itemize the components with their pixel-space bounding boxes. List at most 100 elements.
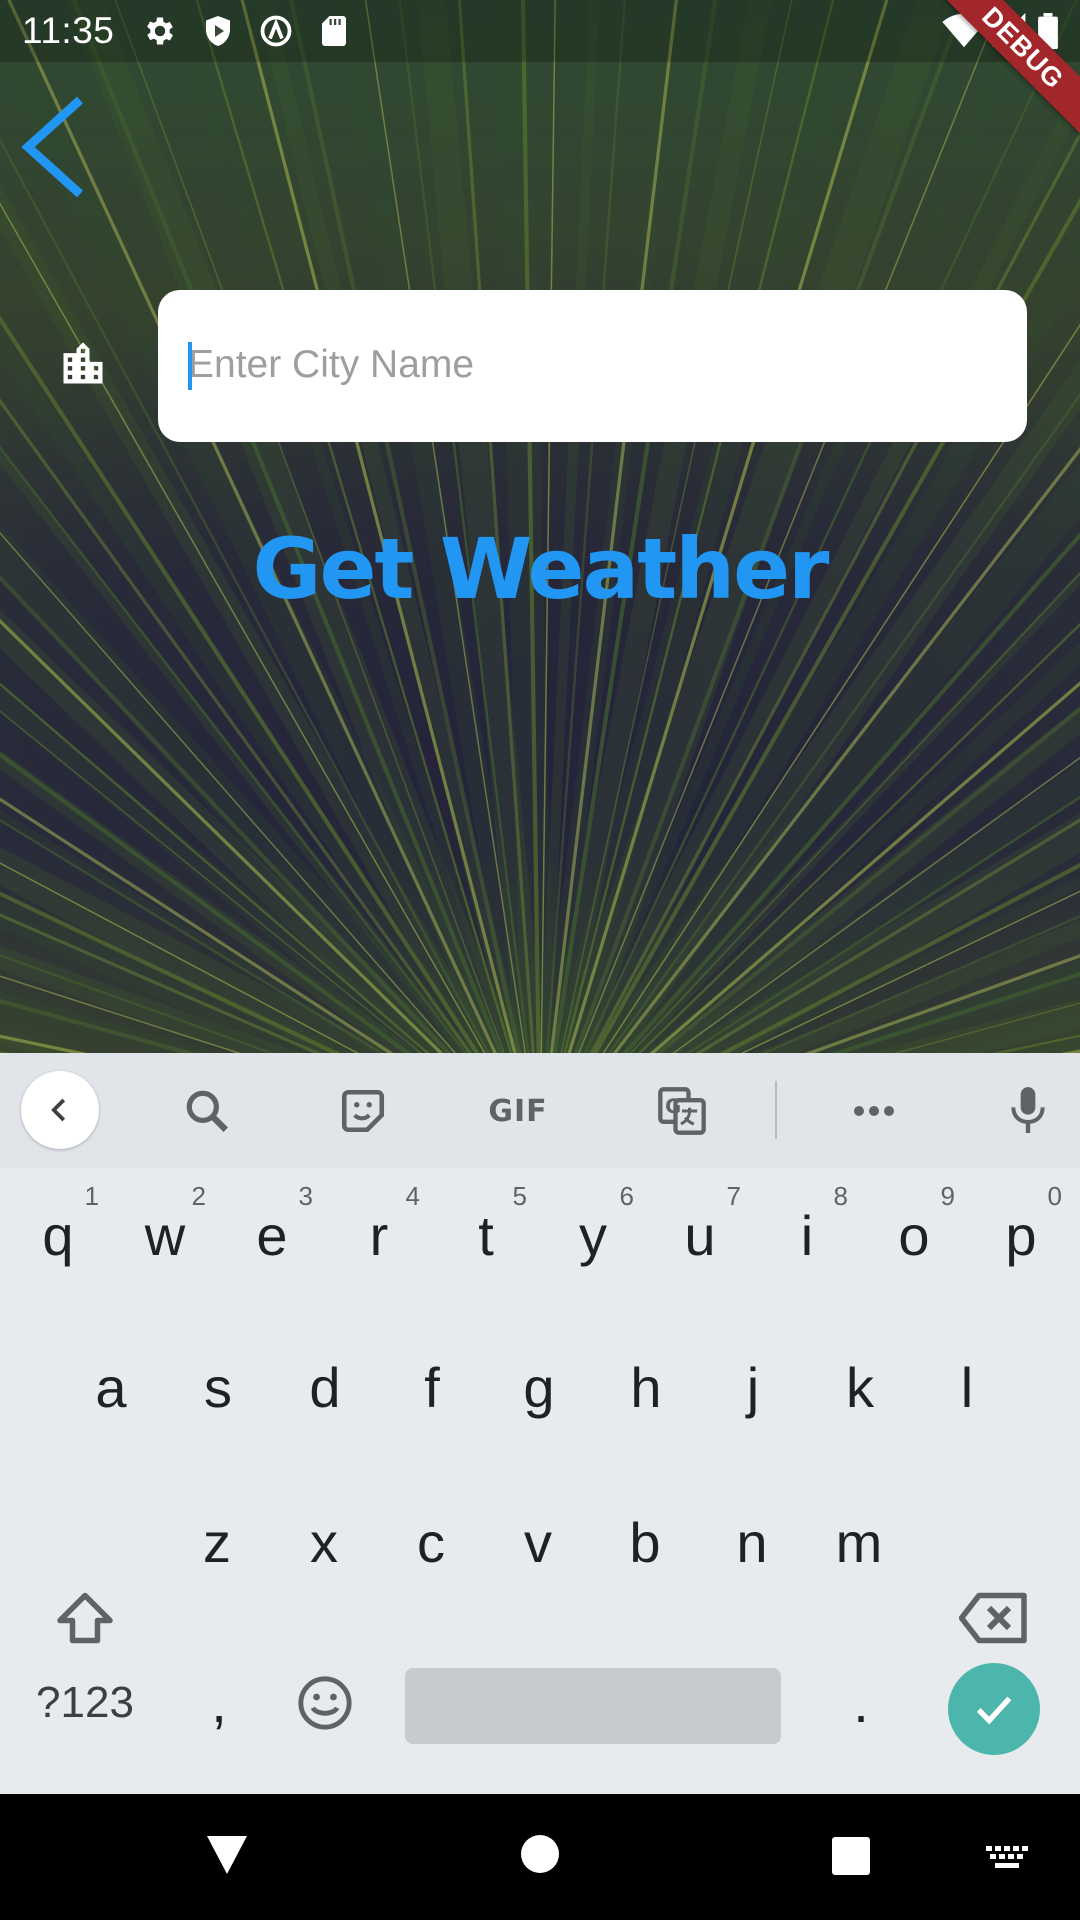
key-z[interactable]: z [164, 1478, 270, 1608]
key-label: i [800, 1204, 814, 1267]
key-label: j [746, 1356, 760, 1419]
key-label: o [898, 1204, 930, 1267]
key-g[interactable]: g [486, 1323, 592, 1453]
key-q[interactable]: q1 [5, 1171, 111, 1301]
key-w[interactable]: w2 [112, 1171, 218, 1301]
backspace-icon [958, 1592, 1027, 1644]
key-label: m [835, 1511, 883, 1574]
status-bar: 11:35 DEBUG [0, 0, 1080, 144]
key-e[interactable]: e3 [219, 1171, 325, 1301]
key-u[interactable]: u7 [647, 1171, 753, 1301]
sd-card-icon [316, 13, 352, 49]
key-x[interactable]: x [271, 1478, 377, 1608]
navigation-bar [0, 1794, 1080, 1920]
keyboard-more-button[interactable] [842, 1079, 906, 1143]
back-button[interactable] [14, 92, 94, 202]
key-p[interactable]: p0 [968, 1171, 1074, 1301]
keyboard-search-button[interactable] [175, 1079, 239, 1143]
gif-label: GIF [488, 1093, 548, 1129]
key-r[interactable]: r4 [326, 1171, 432, 1301]
key-label: e [256, 1204, 288, 1267]
key-label: d [309, 1356, 341, 1419]
comma-key[interactable]: , [166, 1638, 272, 1768]
key-label: u [684, 1204, 716, 1267]
key-hint: 3 [298, 1181, 313, 1211]
back-triangle-icon[interactable] [205, 1834, 249, 1876]
key-label: b [629, 1511, 661, 1574]
keyboard-sticker-button[interactable] [331, 1079, 395, 1143]
space-bar[interactable] [405, 1668, 781, 1744]
key-label: y [579, 1204, 607, 1267]
settings-icon [142, 13, 178, 49]
key-label: l [960, 1356, 974, 1419]
key-f[interactable]: f [379, 1323, 485, 1453]
enter-key[interactable] [948, 1663, 1040, 1755]
key-y[interactable]: y6 [540, 1171, 646, 1301]
key-hint: 4 [405, 1181, 420, 1211]
key-label: h [630, 1356, 662, 1419]
key-hint: 2 [191, 1181, 206, 1211]
period-key[interactable]: . [808, 1638, 914, 1768]
text-cursor [188, 342, 192, 390]
svg-text:G: G [665, 1095, 681, 1118]
key-hint: 5 [512, 1181, 527, 1211]
keyboard-collapse-button[interactable] [21, 1071, 99, 1149]
key-n[interactable]: n [699, 1478, 805, 1608]
keyboard-switch-icon[interactable] [986, 1846, 1030, 1872]
keyboard-mic-button[interactable] [996, 1079, 1060, 1143]
key-d[interactable]: d [272, 1323, 378, 1453]
key-label: v [524, 1511, 552, 1574]
key-label: t [478, 1204, 494, 1267]
key-s[interactable]: s [165, 1323, 271, 1453]
key-hint: 6 [619, 1181, 634, 1211]
key-h[interactable]: h [593, 1323, 699, 1453]
key-l[interactable]: l [914, 1323, 1020, 1453]
keyboard-translate-button[interactable]: G [650, 1079, 714, 1143]
key-label: s [204, 1356, 232, 1419]
soft-keyboard: GIF G q1w2e3r4t5y6u7i8o9p0asdfghjklzxcvb… [0, 1053, 1080, 1794]
key-k[interactable]: k [807, 1323, 913, 1453]
key-m[interactable]: m [806, 1478, 912, 1608]
key-b[interactable]: b [592, 1478, 698, 1608]
key-hint: 1 [84, 1181, 99, 1211]
emoji-key[interactable] [272, 1638, 378, 1768]
key-label: z [203, 1511, 231, 1574]
key-t[interactable]: t5 [433, 1171, 539, 1301]
key-o[interactable]: o9 [861, 1171, 967, 1301]
key-hint: 8 [833, 1181, 848, 1211]
key-label: g [523, 1356, 555, 1419]
key-label: q [42, 1204, 74, 1267]
status-time: 11:35 [22, 10, 115, 51]
city-input-container[interactable] [158, 290, 1027, 442]
symbols-key[interactable]: ?123 [18, 1638, 152, 1768]
key-hint: 7 [726, 1181, 741, 1211]
key-label: k [846, 1356, 874, 1419]
home-circle-icon[interactable] [520, 1834, 560, 1874]
recents-square-icon[interactable] [831, 1836, 871, 1876]
check-icon [976, 1696, 1012, 1725]
key-label: x [310, 1511, 338, 1574]
mic-icon [1011, 1087, 1045, 1133]
building-icon [57, 338, 109, 390]
key-a[interactable]: a [58, 1323, 164, 1453]
key-i[interactable]: i8 [754, 1171, 860, 1301]
chevron-left-icon [51, 1098, 66, 1122]
key-v[interactable]: v [485, 1478, 591, 1608]
key-label: r [369, 1204, 389, 1267]
key-label: w [144, 1204, 186, 1267]
shield-icon [200, 13, 236, 49]
key-label: p [1005, 1204, 1037, 1267]
key-j[interactable]: j [700, 1323, 806, 1453]
key-hint: 9 [940, 1181, 955, 1211]
key-hint: 0 [1047, 1181, 1062, 1211]
key-label: a [95, 1356, 127, 1419]
keyboard-gif-button[interactable]: GIF [478, 1079, 558, 1143]
key-c[interactable]: c [378, 1478, 484, 1608]
toolbar-divider [775, 1081, 777, 1139]
key-label: f [424, 1356, 440, 1419]
city-name-input[interactable] [188, 330, 988, 400]
get-weather-button[interactable]: Get Weather [0, 520, 1080, 618]
search-icon [186, 1090, 228, 1132]
more-icon [854, 1106, 894, 1116]
key-label: c [417, 1511, 445, 1574]
